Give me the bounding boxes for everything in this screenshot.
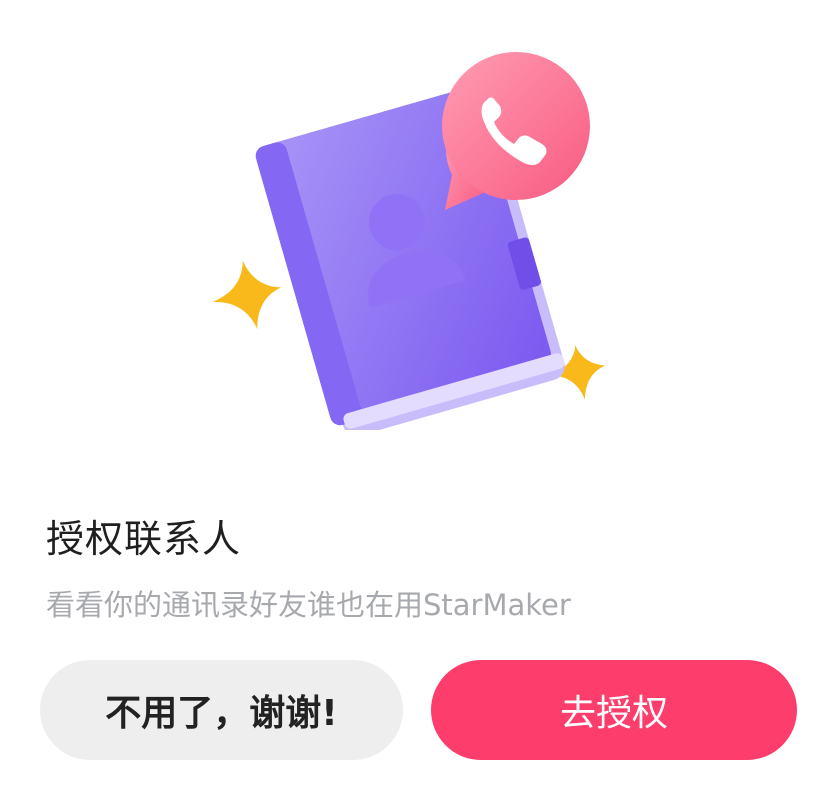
dialog-title: 授权联系人 [46,517,242,561]
star-icon [212,260,282,330]
authorize-button[interactable]: 去授权 [431,660,797,760]
dialog-subtitle: 看看你的通讯录好友谁也在用StarMaker [46,588,571,622]
contacts-book-illustration [212,52,606,430]
phone-icon [442,52,590,210]
decline-button[interactable]: 不用了，谢谢! [40,660,403,760]
authorize-contacts-dialog: 授权联系人 看看你的通讯录好友谁也在用StarMaker 不用了，谢谢! 去授权 [0,0,839,801]
